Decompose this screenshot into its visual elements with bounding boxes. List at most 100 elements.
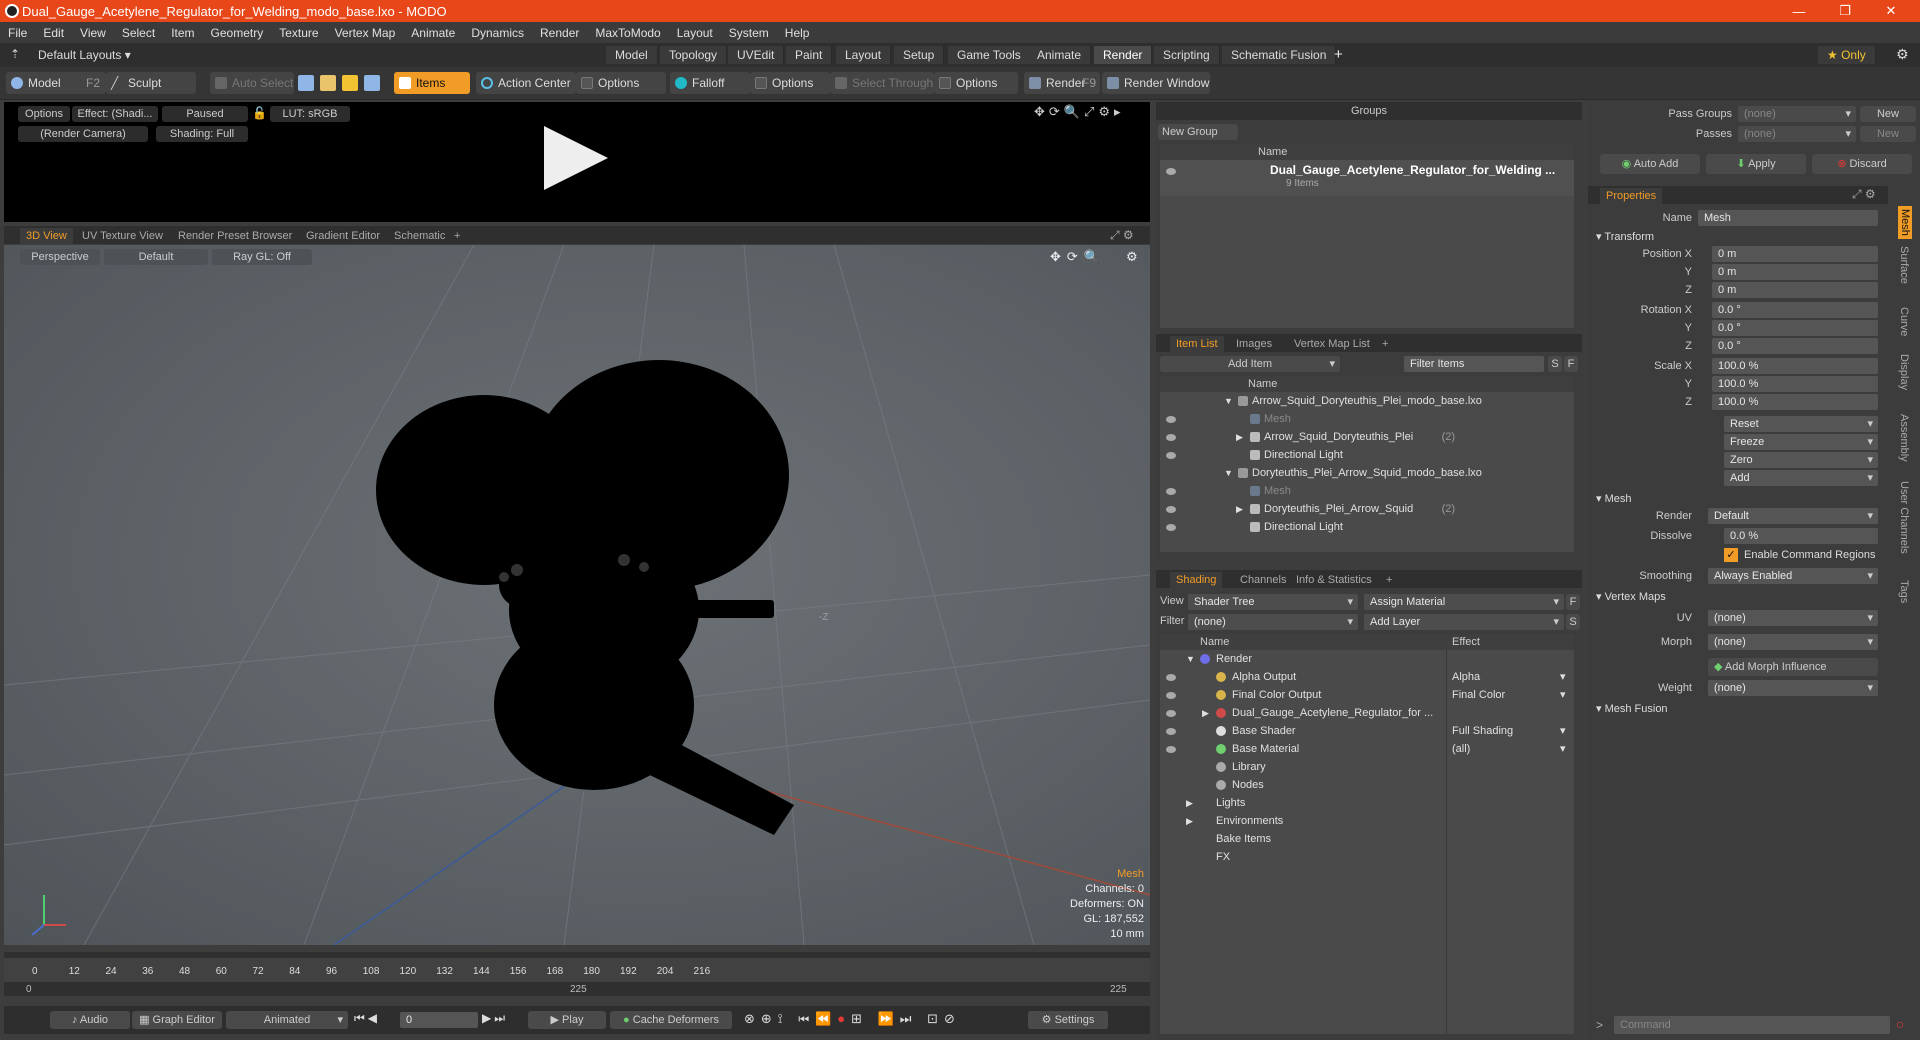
gear-icon[interactable]: ⚙ — [1896, 46, 1909, 63]
expand-icon[interactable]: ⤢ ⚙ — [1110, 228, 1134, 243]
enable-command-regions-checkbox[interactable]: ✓ — [1724, 548, 1738, 562]
menu-texture[interactable]: Texture — [271, 26, 326, 40]
item-list-row[interactable]: ▼ Doryteuthis_Plei_Arrow_Squid_modo_base.… — [1160, 464, 1574, 482]
graph-editor-button[interactable]: ▦ Graph Editor — [132, 1011, 222, 1029]
dropdown-arrow-icon[interactable]: ▾ — [1560, 686, 1566, 704]
item-list[interactable]: Name ▼ Arrow_Squid_Doryteuthis_Plei_modo_… — [1160, 376, 1574, 552]
tab-shading[interactable]: Shading — [1170, 572, 1223, 588]
dropdown-arrow-icon[interactable]: ▾ — [1560, 740, 1566, 758]
tab-gradient-editor[interactable]: Gradient Editor — [300, 228, 386, 244]
position-x-input[interactable]: 0 m — [1712, 246, 1878, 262]
expand-toggle-icon[interactable]: ▶ — [1236, 428, 1243, 446]
properties-expand-icon[interactable]: ⤢ ⚙ — [1852, 187, 1876, 202]
tab-channels[interactable]: Channels — [1234, 572, 1292, 588]
tab-schematic-fusion[interactable]: Schematic Fusion — [1222, 46, 1337, 64]
side-tab-curve[interactable]: Curve — [1898, 307, 1910, 336]
expand-toggle-icon[interactable]: ▶ — [1186, 812, 1193, 830]
tab-item-list[interactable]: Item List — [1170, 336, 1224, 352]
tab-schematic[interactable]: Schematic — [388, 228, 451, 244]
shader-tree-row[interactable]: ▼ Render — [1160, 650, 1574, 668]
lock-icon[interactable]: 🔓 — [252, 106, 267, 120]
item-list-row[interactable]: Directional Light — [1160, 446, 1574, 464]
maximize-button[interactable]: ❐ — [1822, 0, 1868, 22]
tab-topology[interactable]: Topology — [660, 46, 728, 64]
side-tab-display[interactable]: Display — [1898, 354, 1910, 390]
tab-render[interactable]: Render — [1094, 46, 1153, 64]
vertices-mode-icon[interactable] — [298, 75, 314, 91]
tab-info-statistics[interactable]: Info & Statistics — [1290, 572, 1378, 588]
expand-toggle-icon[interactable]: ▼ — [1224, 392, 1233, 410]
add-list-tab[interactable]: + — [1376, 336, 1394, 352]
position-z-input[interactable]: 0 m — [1712, 282, 1878, 298]
polygons-mode-icon[interactable] — [342, 75, 358, 91]
tab-scripting[interactable]: Scripting — [1154, 46, 1220, 64]
audio-button[interactable]: ♪ Audio — [50, 1011, 130, 1029]
tab-setup[interactable]: Setup — [894, 46, 945, 64]
position-y-input[interactable]: 0 m — [1712, 264, 1878, 280]
filter-dropdown[interactable]: (none) — [1188, 614, 1358, 630]
add-item-dropdown[interactable]: Add Item — [1160, 356, 1340, 372]
shading-f-button[interactable]: F — [1566, 594, 1580, 610]
menu-render[interactable]: Render — [532, 26, 587, 40]
scale-x-input[interactable]: 100.0 % — [1712, 358, 1878, 374]
groups-list[interactable]: Name Dual_Gauge_Acetylene_Regulator_for_… — [1160, 144, 1574, 328]
shader-tree-row[interactable]: ▶ Lights — [1160, 794, 1574, 812]
settings-button[interactable]: ⚙ Settings — [1028, 1011, 1108, 1029]
expand-toggle-icon[interactable]: ▶ — [1236, 500, 1243, 518]
tab-game-tools[interactable]: Game Tools — [948, 46, 1031, 64]
shader-effect-dropdown[interactable]: Final Color — [1452, 686, 1505, 704]
add-layer-dropdown[interactable]: Add Layer — [1364, 614, 1564, 630]
menu-edit[interactable]: Edit — [35, 26, 72, 40]
tab-layout[interactable]: Layout — [836, 46, 892, 64]
pass-groups-dropdown[interactable]: (none) — [1738, 106, 1856, 122]
shader-tree-row[interactable]: ▶ Environments — [1160, 812, 1574, 830]
tab-images[interactable]: Images — [1230, 336, 1278, 352]
select-options-button[interactable]: Options — [934, 72, 1018, 94]
eye-icon[interactable] — [1166, 710, 1176, 717]
eye-icon[interactable] — [1166, 506, 1176, 513]
default-dropdown[interactable]: Default — [104, 249, 208, 265]
sculpt-button[interactable]: ╱ Sculpt — [106, 72, 196, 94]
render-window-button[interactable]: Render Window — [1102, 72, 1210, 94]
collapse-icon[interactable]: ▾ — [1596, 591, 1605, 603]
new-pass-button[interactable]: New — [1860, 126, 1916, 142]
shader-tree-row[interactable]: Base Material (all) ▾ — [1160, 740, 1574, 758]
eye-icon[interactable] — [1166, 168, 1176, 175]
eye-icon[interactable] — [1166, 746, 1176, 753]
filter-items-input[interactable]: Filter Items — [1404, 356, 1544, 372]
menu-layout[interactable]: Layout — [669, 26, 721, 40]
eye-icon[interactable] — [1166, 728, 1176, 735]
menu-item[interactable]: Item — [163, 26, 202, 40]
item-list-row[interactable]: Directional Light — [1160, 518, 1574, 536]
menu-file[interactable]: File — [0, 26, 35, 40]
shader-tree-row[interactable]: Final Color Output Final Color ▾ — [1160, 686, 1574, 704]
viewport-gear-icon[interactable]: ⚙ — [1126, 249, 1138, 265]
menu-vertex-map[interactable]: Vertex Map — [327, 26, 404, 40]
materials-mode-icon[interactable] — [364, 75, 380, 91]
paused-button[interactable]: Paused — [162, 106, 248, 122]
shader-tree-row[interactable]: ▶ Dual_Gauge_Acetylene_Regulator_for ... — [1160, 704, 1574, 722]
shader-tree-row[interactable]: Base Shader Full Shading ▾ — [1160, 722, 1574, 740]
lut-dropdown[interactable]: LUT: sRGB — [270, 106, 350, 122]
assign-material-dropdown[interactable]: Assign Material — [1364, 594, 1564, 610]
tab-uv-texture-view[interactable]: UV Texture View — [76, 228, 169, 244]
dissolve-input[interactable]: 0.0 % — [1724, 528, 1878, 544]
frame-input[interactable]: 0 — [400, 1012, 478, 1028]
shader-effect-dropdown[interactable]: (all) — [1452, 740, 1470, 758]
reset-dropdown[interactable]: Reset — [1724, 416, 1878, 432]
item-list-row[interactable]: ▼ Arrow_Squid_Doryteuthis_Plei_modo_base.… — [1160, 392, 1574, 410]
eye-icon[interactable] — [1166, 452, 1176, 459]
rotation-y-input[interactable]: 0.0 ° — [1712, 320, 1878, 336]
item-list-row[interactable]: ▶ Arrow_Squid_Doryteuthis_Plei (2) — [1160, 428, 1574, 446]
close-button[interactable]: ✕ — [1868, 0, 1914, 22]
transport-forward-icons[interactable]: ▶⏭ — [482, 1011, 508, 1026]
shader-effect-dropdown[interactable]: Full Shading — [1452, 722, 1513, 740]
tab-render-preset-browser[interactable]: Render Preset Browser — [172, 228, 298, 244]
menu-system[interactable]: System — [721, 26, 777, 40]
menu-animate[interactable]: Animate — [403, 26, 463, 40]
shader-effect-dropdown[interactable]: Alpha — [1452, 668, 1480, 686]
menu-select[interactable]: Select — [114, 26, 163, 40]
view-dropdown[interactable]: Shader Tree — [1188, 594, 1358, 610]
shading-s-button[interactable]: S — [1566, 614, 1580, 630]
tab-3d-view[interactable]: 3D View — [20, 228, 73, 244]
